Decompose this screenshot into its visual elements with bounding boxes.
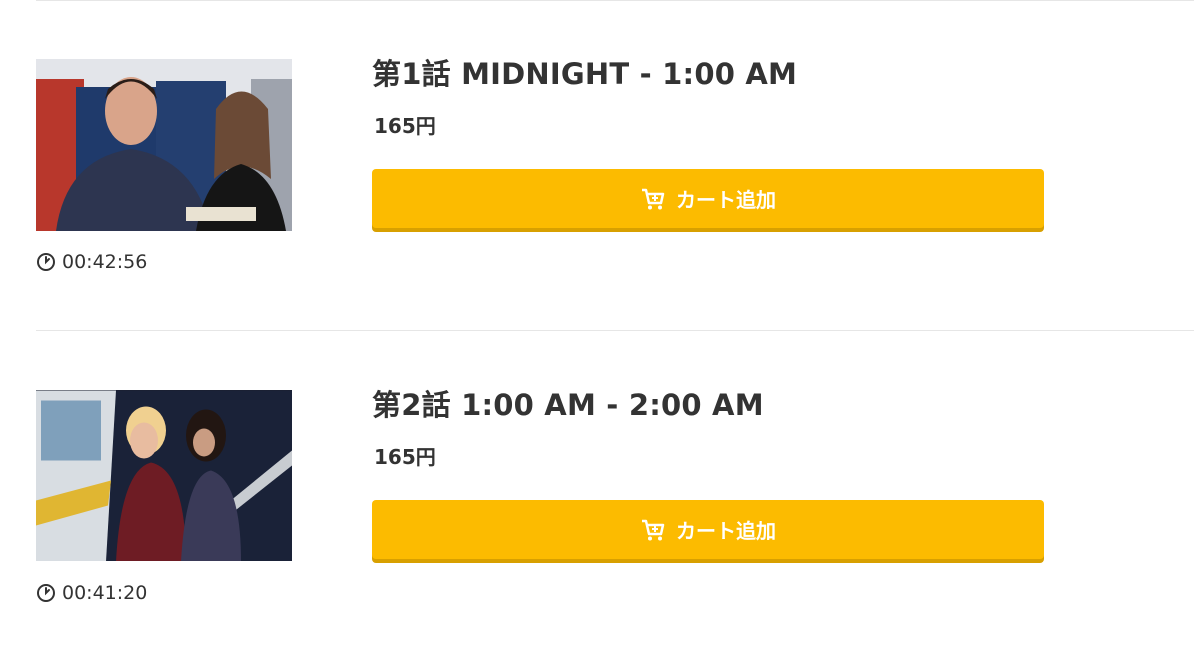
cart-icon [640,517,666,543]
add-to-cart-label: カート追加 [676,519,776,543]
add-to-cart-button[interactable]: カート追加 [372,169,1044,228]
episode-item-2: 00:41:20 第2話 1:00 AM - 2:00 AM 165円 カート追… [0,331,1194,631]
duration-text: 00:41:20 [62,582,148,604]
episode-price: 165円 [374,114,436,138]
duration-text: 00:42:56 [62,251,148,273]
episode-duration: 00:42:56 [36,250,147,274]
episode-thumbnail[interactable] [36,59,292,231]
episode-thumbnail[interactable] [36,390,292,561]
cart-icon [640,186,666,212]
episode-price: 165円 [374,445,436,469]
episode-title[interactable]: 第2話 1:00 AM - 2:00 AM [372,382,764,424]
clock-icon [36,583,56,603]
add-to-cart-label: カート追加 [676,188,776,212]
episode-duration: 00:41:20 [36,581,147,605]
clock-icon [36,252,56,272]
episode-list: 00:42:56 第1話 MIDNIGHT - 1:00 AM 165円 カート… [0,0,1194,650]
add-to-cart-button[interactable]: カート追加 [372,500,1044,559]
episode-title[interactable]: 第1話 MIDNIGHT - 1:00 AM [372,51,797,93]
episode-item-1: 00:42:56 第1話 MIDNIGHT - 1:00 AM 165円 カート… [0,0,1194,300]
